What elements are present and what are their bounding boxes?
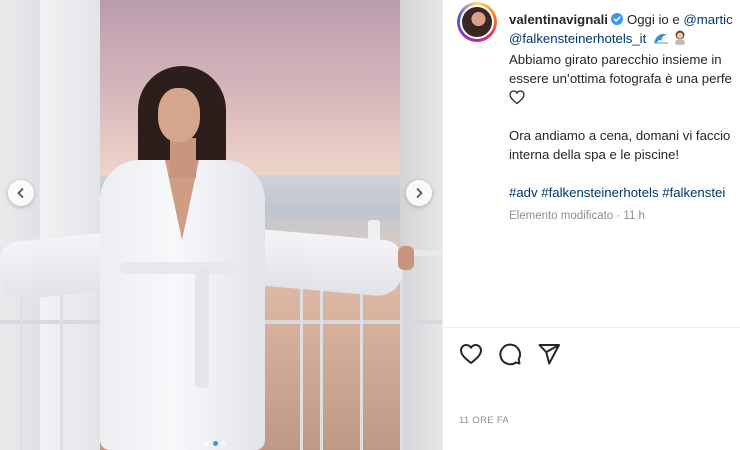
paper-plane-icon[interactable]: [537, 342, 561, 366]
white-heart-icon: [509, 88, 740, 107]
verified-badge-icon: [610, 13, 623, 25]
post-caption-block: valentinavignali Oggi io e @martic @falke…: [457, 2, 740, 226]
woman-emoji-icon: [672, 29, 688, 50]
carousel-dot: [213, 441, 218, 446]
story-ring[interactable]: [457, 2, 497, 42]
post-timestamp: 11 ORE FA: [459, 415, 510, 426]
caption-line-1: Oggi io e: [626, 12, 680, 27]
hashtag-links[interactable]: #adv #falkensteinerhotels #falkenstei: [509, 183, 740, 202]
section-divider: [443, 327, 740, 328]
caption-text: valentinavignali Oggi io e @martic @falke…: [509, 2, 740, 226]
carousel-indicator: [205, 441, 226, 446]
caption-line-3: Abbiamo girato parecchio insieme in: [509, 52, 722, 67]
mention-hotel-link[interactable]: @falkensteinerhotels_it: [509, 31, 646, 46]
post-details-panel: valentinavignali Oggi io e @martic @falke…: [442, 0, 740, 450]
post-media-carousel[interactable]: [0, 0, 442, 450]
carousel-prev-button[interactable]: [8, 180, 34, 206]
heart-icon[interactable]: [459, 342, 483, 366]
wave-emoji-icon: [653, 31, 669, 50]
carousel-dot: [205, 441, 210, 446]
caption-line-4: essere un’ottima fotografa è una perfe: [509, 71, 732, 86]
photo-subject: [0, 0, 442, 450]
avatar[interactable]: [460, 5, 494, 39]
post-action-bar: [459, 342, 561, 366]
chevron-right-icon: [416, 188, 423, 198]
comment-bubble-icon[interactable]: [498, 342, 522, 366]
carousel-next-button[interactable]: [406, 180, 432, 206]
username-link[interactable]: valentinavignali: [509, 12, 608, 27]
chevron-left-icon: [17, 188, 24, 198]
edited-meta: Elemento modificato · 11 h: [509, 210, 645, 222]
carousel-dot: [221, 441, 226, 446]
caption-line-7: interna della spa e le piscine!: [509, 147, 680, 162]
mention-link[interactable]: @martic: [683, 12, 732, 27]
caption-line-6: Ora andiamo a cena, domani vi faccio: [509, 128, 731, 143]
